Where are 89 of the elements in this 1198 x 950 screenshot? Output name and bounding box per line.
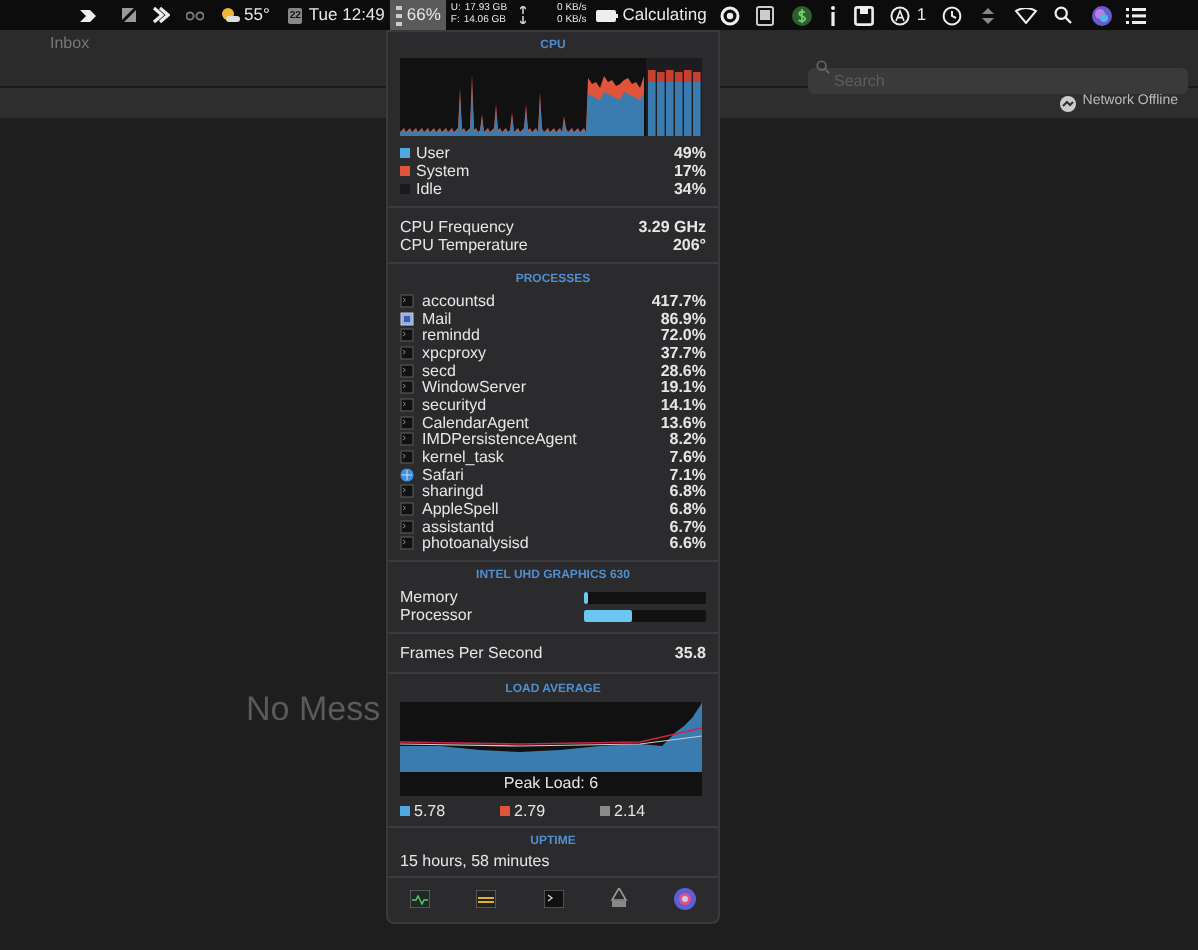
weather-icon[interactable] <box>220 6 240 24</box>
stamp-icon <box>400 311 414 326</box>
load-value: 5.78 <box>414 801 446 820</box>
slashed-box-icon[interactable] <box>120 6 138 24</box>
process-name: AppleSpell <box>422 500 499 519</box>
clock-text[interactable]: Tue 12:49 <box>308 2 385 28</box>
battery-status-text[interactable]: Calculating <box>622 2 707 28</box>
stat-value: 206° <box>672 236 706 254</box>
process-cpu-value: 7.6% <box>669 448 706 467</box>
legend-label: User <box>416 144 450 162</box>
temperature-text[interactable]: 55° <box>244 2 270 28</box>
process-cpu-value: 8.2% <box>669 430 706 449</box>
process-cpu-value: 72.0% <box>660 326 706 345</box>
terminal-icon <box>400 450 414 465</box>
siri-icon[interactable] <box>1092 5 1113 25</box>
process-cpu-value: 37.7% <box>660 343 706 362</box>
volume-icon[interactable] <box>982 7 995 23</box>
legend-value: 34% <box>673 180 706 198</box>
process-name: xpcproxy <box>422 343 487 362</box>
battery-icon[interactable] <box>596 9 619 21</box>
info-icon[interactable] <box>830 5 837 25</box>
activity-monitor-icon[interactable] <box>410 889 430 908</box>
process-cpu-value: 13.6% <box>660 413 706 432</box>
legend-label: Idle <box>416 180 442 198</box>
legend-value: 17% <box>673 162 706 180</box>
fps-value: 35.8 <box>674 644 706 663</box>
load-value: 2.14 <box>614 801 646 820</box>
empty-message: No Mess <box>246 688 381 732</box>
fps-label: Frames Per Second <box>400 644 543 663</box>
meter-label: Processor <box>400 606 473 625</box>
system-preferences-icon[interactable] <box>674 887 696 910</box>
process-cpu-value: 6.8% <box>669 500 706 519</box>
process-name: remindd <box>422 326 480 345</box>
legend-value: 49% <box>673 144 706 162</box>
search-icon[interactable] <box>1054 6 1073 24</box>
process-name: IMDPersistenceAgent <box>422 430 577 449</box>
stat-label: CPU Frequency <box>400 218 514 236</box>
process-name: sharingd <box>422 482 484 501</box>
glasses-icon[interactable] <box>186 9 204 21</box>
input-source-icon[interactable] <box>890 5 911 25</box>
process-name: assistantd <box>422 517 495 536</box>
process-name: photoanalysisd <box>422 534 529 553</box>
disk-utility-icon[interactable] <box>609 888 628 909</box>
process-name: Safari <box>422 465 464 484</box>
console-icon[interactable] <box>476 889 497 908</box>
search-icon <box>816 60 830 74</box>
process-cpu-value: 86.9% <box>660 309 706 328</box>
terminal-icon <box>400 484 414 499</box>
process-cpu-value: 6.7% <box>669 517 706 536</box>
cpu-label-icon <box>396 5 403 25</box>
terminal-icon <box>400 293 414 308</box>
mailbox-title: Inbox <box>50 32 90 56</box>
uptime-text: 15 hours, 58 minutes <box>400 852 552 871</box>
process-name: secd <box>422 361 456 380</box>
process-name: accountsd <box>422 291 495 310</box>
process-cpu-value: 19.1% <box>660 378 706 397</box>
load-value: 2.79 <box>514 801 546 820</box>
terminal-icon[interactable] <box>543 889 563 908</box>
chevron-icon[interactable] <box>152 6 170 24</box>
process-cpu-value: 6.8% <box>669 482 706 501</box>
process-cpu-value: 7.1% <box>669 465 706 484</box>
process-name: kernel_task <box>422 448 504 467</box>
meter-label: Memory <box>400 588 458 607</box>
clock-history-icon[interactable] <box>942 5 963 25</box>
process-cpu-value: 14.1% <box>660 395 706 414</box>
process-name: CalendarAgent <box>422 413 529 432</box>
process-name: securityd <box>422 395 487 414</box>
cpu-percent-text: 66% <box>406 2 441 28</box>
circle-icon[interactable] <box>720 5 741 25</box>
compass-icon <box>400 467 414 482</box>
offline-icon <box>1060 95 1077 111</box>
window-icon[interactable] <box>854 5 875 25</box>
arrow-icon[interactable] <box>80 7 100 23</box>
wifi-icon[interactable] <box>1014 7 1039 23</box>
stat-value: 3.29 GHz <box>638 218 706 236</box>
cpu-menu-item[interactable]: 66% <box>390 0 447 30</box>
stat-label: CPU Temperature <box>400 236 528 254</box>
process-name: Mail <box>422 309 452 328</box>
network-arrows-icon[interactable] <box>519 6 526 24</box>
peak-load-text: Peak Load: 6 <box>501 772 601 797</box>
dollar-icon[interactable] <box>792 5 813 25</box>
legend-label: System <box>416 162 470 180</box>
process-cpu-value: 6.6% <box>669 534 706 553</box>
notification-count[interactable]: 1 <box>916 2 927 28</box>
box-icon[interactable] <box>756 5 775 25</box>
process-name: WindowServer <box>422 378 527 397</box>
menu-icon[interactable] <box>1126 7 1147 23</box>
process-cpu-value: 417.7% <box>651 291 706 310</box>
process-cpu-value: 28.6% <box>660 361 706 380</box>
